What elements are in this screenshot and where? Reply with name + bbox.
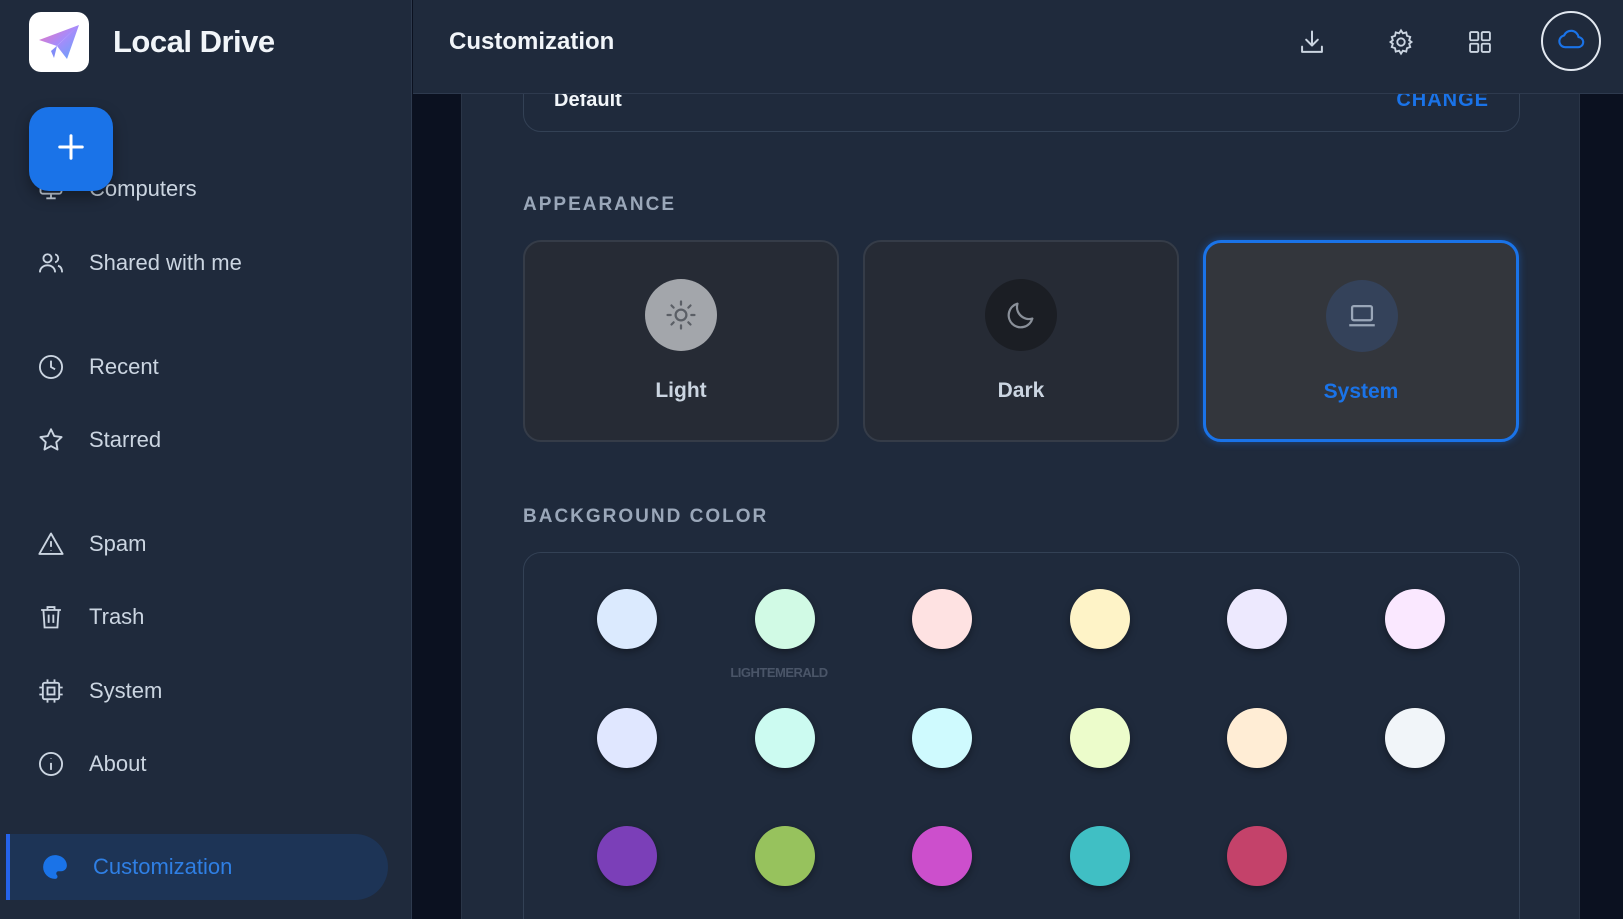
color-swatch[interactable] xyxy=(1227,826,1287,886)
warning-icon xyxy=(36,529,66,559)
chip-icon xyxy=(36,676,66,706)
sidebar-item-customization[interactable]: Customization xyxy=(6,834,388,900)
sidebar-item-label: Recent xyxy=(89,354,159,379)
moon-icon xyxy=(985,279,1057,351)
app-name: Local Drive xyxy=(113,24,275,59)
cloud-icon xyxy=(1556,24,1586,59)
theme-option-label: Dark xyxy=(997,379,1045,402)
color-swatch[interactable] xyxy=(1385,708,1445,768)
laptop-icon xyxy=(1326,280,1398,352)
clock-icon xyxy=(36,352,66,382)
color-swatch[interactable] xyxy=(1385,589,1445,649)
color-swatch[interactable] xyxy=(912,589,972,649)
theme-option-dark[interactable]: Dark xyxy=(863,240,1179,442)
paper-plane-logo-icon xyxy=(29,12,89,72)
sidebar-item-label: Starred xyxy=(89,427,162,452)
plus-icon xyxy=(56,132,86,167)
color-swatch[interactable] xyxy=(1227,589,1287,649)
color-swatch[interactable] xyxy=(597,589,657,649)
apps-grid-button[interactable] xyxy=(1460,24,1500,64)
download-icon xyxy=(1298,28,1326,61)
appearance-label: APPEARANCE xyxy=(523,194,677,215)
top-header: Customization xyxy=(413,0,1623,94)
color-swatch[interactable] xyxy=(755,826,815,886)
color-swatch[interactable] xyxy=(755,589,815,649)
settings-button[interactable] xyxy=(1381,24,1421,64)
sidebar-item-system[interactable]: System xyxy=(0,661,390,721)
color-swatch[interactable] xyxy=(912,708,972,768)
color-swatch[interactable] xyxy=(1227,708,1287,768)
brand[interactable]: Local Drive xyxy=(29,12,275,72)
sidebar-item-about[interactable]: About xyxy=(0,734,390,794)
color-swatch[interactable] xyxy=(1070,589,1130,649)
theme-option-light[interactable]: Light xyxy=(523,240,839,442)
page-title: Customization xyxy=(449,28,615,55)
theme-option-label: Light xyxy=(655,379,707,402)
color-swatch[interactable] xyxy=(755,708,815,768)
sidebar-item-label: Spam xyxy=(89,531,147,556)
swatch-hover-caption: LIGHTEMERALD xyxy=(730,665,828,680)
theme-option-label: System xyxy=(1323,380,1399,403)
sidebar-item-shared[interactable]: Shared with me xyxy=(0,233,390,293)
sidebar-item-label: About xyxy=(89,751,147,776)
sidebar-item-label: System xyxy=(89,678,163,703)
trash-icon xyxy=(36,602,66,632)
color-swatch[interactable] xyxy=(597,708,657,768)
new-button[interactable] xyxy=(29,107,113,191)
sidebar-item-recent[interactable]: Recent xyxy=(0,337,390,397)
background-color-label: BACKGROUND COLOR xyxy=(523,506,769,527)
sun-icon xyxy=(645,279,717,351)
info-icon xyxy=(36,749,66,779)
sidebar-item-starred[interactable]: Starred xyxy=(0,410,390,470)
color-swatch[interactable] xyxy=(597,826,657,886)
background-color-card: LIGHTEMERALD xyxy=(523,552,1520,919)
color-swatch[interactable] xyxy=(1070,826,1130,886)
color-swatch[interactable] xyxy=(1070,708,1130,768)
color-swatch[interactable] xyxy=(912,826,972,886)
palette-icon xyxy=(40,852,70,882)
star-icon xyxy=(36,425,66,455)
sidebar-item-label: Shared with me xyxy=(89,250,242,275)
theme-option-system[interactable]: System xyxy=(1203,240,1519,442)
sidebar-item-label: Trash xyxy=(89,604,145,629)
customization-panel: Default CHANGE APPEARANCE Light Dark Sys… xyxy=(461,54,1580,919)
cloud-account-button[interactable] xyxy=(1541,11,1601,71)
grid-icon xyxy=(1466,28,1494,61)
sidebar-item-spam[interactable]: Spam xyxy=(0,514,390,574)
users-icon xyxy=(36,248,66,278)
gear-icon xyxy=(1387,28,1415,61)
sidebar-item-trash[interactable]: Trash xyxy=(0,587,390,647)
download-button[interactable] xyxy=(1292,24,1332,64)
sidebar-item-label: Customization xyxy=(93,854,233,879)
